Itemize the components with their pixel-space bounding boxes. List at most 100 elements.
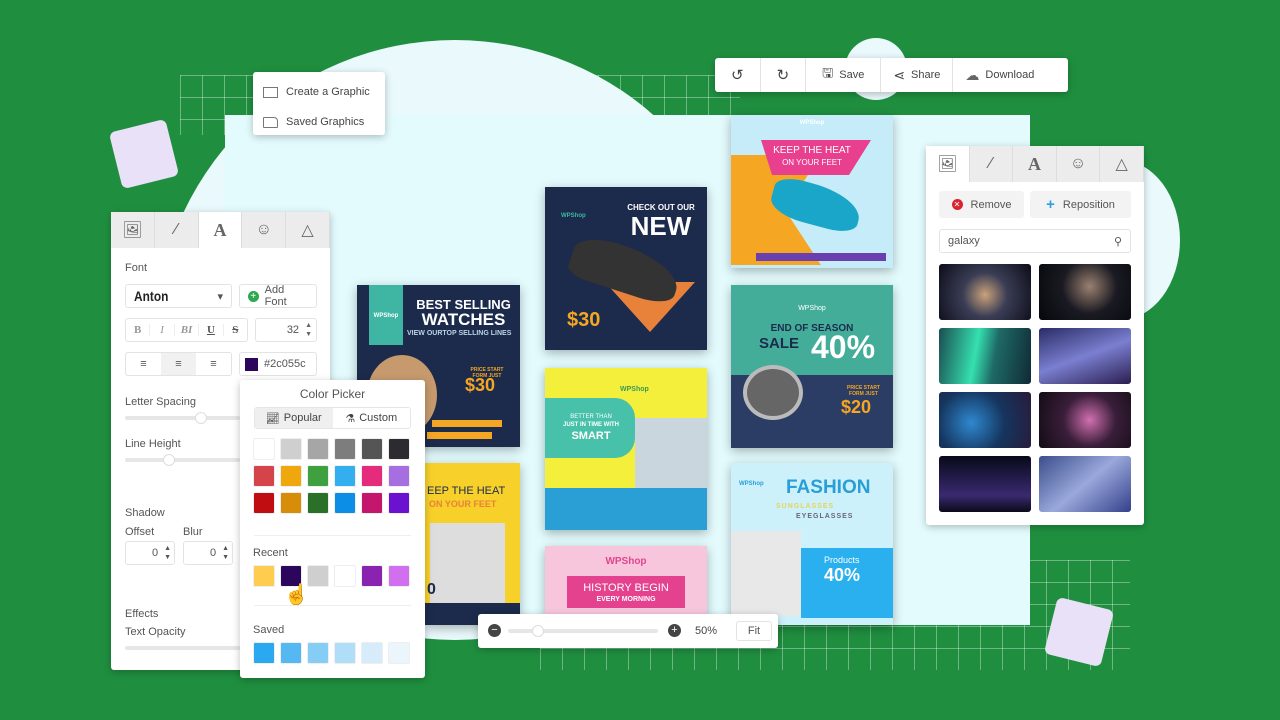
- tab-image[interactable]: 🖼: [111, 212, 155, 248]
- text-color-field[interactable]: #2c055c: [239, 352, 317, 376]
- color-swatch[interactable]: [307, 438, 329, 460]
- slider-handle[interactable]: [163, 454, 175, 466]
- graphic-card-fashion[interactable]: WPShop FASHION SUNGLASSES EYEGLASSES Pro…: [731, 463, 893, 625]
- download-button[interactable]: ☁ Download: [953, 58, 1046, 92]
- tab-emoji[interactable]: ☺: [1057, 146, 1101, 182]
- color-swatch[interactable]: [253, 492, 275, 514]
- bold-italic-button[interactable]: BI: [175, 324, 200, 336]
- image-result-thumbnail[interactable]: [1039, 392, 1131, 448]
- add-font-button[interactable]: + Add Font: [239, 284, 317, 308]
- stepper-arrows-icon[interactable]: ▲ ▼: [222, 544, 229, 562]
- zoom-out-icon[interactable]: −: [488, 624, 501, 637]
- stepper-arrows-icon[interactable]: ▲ ▼: [305, 321, 312, 339]
- tab-shapes[interactable]: △: [286, 212, 330, 248]
- color-swatch[interactable]: [388, 642, 410, 664]
- shadow-blur-stepper[interactable]: 0 ▲ ▼: [183, 541, 233, 565]
- menu-item-saved-graphics[interactable]: Saved Graphics: [263, 110, 375, 134]
- color-swatch[interactable]: [388, 465, 410, 487]
- blur-label: Blur: [183, 526, 203, 538]
- color-swatch[interactable]: [334, 565, 356, 587]
- decorative-square: [108, 118, 180, 190]
- color-swatch[interactable]: [334, 465, 356, 487]
- image-panel: 🖼 ⁄ A ☺ △ ✕ Remove + Reposition galaxy ⚲: [926, 146, 1144, 525]
- color-swatch[interactable]: [307, 492, 329, 514]
- text-opacity-slider[interactable]: [125, 646, 240, 650]
- color-swatch[interactable]: [253, 642, 275, 664]
- tab-effects[interactable]: ⁄: [970, 146, 1014, 182]
- image-result-thumbnail[interactable]: [1039, 328, 1131, 384]
- color-swatch[interactable]: [253, 565, 275, 587]
- menu-item-create-graphic[interactable]: Create a Graphic: [263, 80, 375, 104]
- color-swatch[interactable]: [388, 492, 410, 514]
- tab-popular[interactable]: 📈︎ Popular: [255, 408, 333, 428]
- tab-custom[interactable]: ⚗ Custom: [333, 408, 411, 428]
- color-swatch[interactable]: [253, 438, 275, 460]
- color-swatch[interactable]: [361, 565, 383, 587]
- shadow-offset-stepper[interactable]: 0 ▲ ▼: [125, 541, 175, 565]
- undo-button[interactable]: ↺: [715, 58, 761, 92]
- tab-emoji[interactable]: ☺: [242, 212, 287, 248]
- align-center-icon[interactable]: ≡: [161, 353, 196, 375]
- line-height-slider[interactable]: [125, 454, 240, 466]
- color-swatch[interactable]: [280, 438, 302, 460]
- color-swatch[interactable]: [280, 465, 302, 487]
- strikethrough-button[interactable]: S: [224, 324, 247, 336]
- bold-button[interactable]: B: [126, 324, 151, 336]
- image-result-thumbnail[interactable]: [939, 456, 1031, 512]
- color-swatch[interactable]: [334, 642, 356, 664]
- remove-button[interactable]: ✕ Remove: [939, 191, 1024, 218]
- search-icon[interactable]: ⚲: [1114, 235, 1122, 248]
- color-swatch[interactable]: [307, 465, 329, 487]
- menu-item-label: Create a Graphic: [286, 86, 370, 98]
- reposition-button[interactable]: + Reposition: [1030, 191, 1131, 218]
- color-swatch[interactable]: [280, 492, 302, 514]
- slider-handle[interactable]: [532, 625, 544, 637]
- color-swatch[interactable]: [388, 438, 410, 460]
- color-swatch[interactable]: [388, 565, 410, 587]
- search-value: galaxy: [948, 235, 980, 247]
- graphic-card-season-sale[interactable]: WPShop END OF SEASON SALE 40% PRICE STAR…: [731, 285, 893, 448]
- tab-text[interactable]: A: [198, 212, 243, 248]
- color-swatch[interactable]: [361, 465, 383, 487]
- italic-button[interactable]: I: [150, 324, 175, 336]
- letter-spacing-slider[interactable]: [125, 412, 240, 424]
- color-swatch[interactable]: [253, 465, 275, 487]
- zoom-in-icon[interactable]: +: [668, 624, 681, 637]
- share-button[interactable]: ⋖ Share: [881, 58, 954, 92]
- graphic-card-new-shoe[interactable]: WPShop CHECK OUT OUR NEW $30: [545, 187, 707, 350]
- zoom-slider[interactable]: [508, 625, 658, 637]
- save-button[interactable]: 🖫 Save: [806, 58, 882, 92]
- underline-button[interactable]: U: [199, 324, 224, 336]
- image-result-thumbnail[interactable]: [939, 328, 1031, 384]
- graphic-card-keep-heat[interactable]: WPShop KEEP THE HEAT ON YOUR FEET: [731, 115, 893, 268]
- tab-effects[interactable]: ⁄: [155, 212, 199, 248]
- image-search-input[interactable]: galaxy ⚲: [939, 229, 1131, 253]
- color-swatch[interactable]: [361, 642, 383, 664]
- graphic-card-heat-yellow[interactable]: EEP THE HEAT ON YOUR FEET 0: [425, 463, 520, 625]
- emoji-icon: ☺: [1069, 155, 1087, 172]
- image-result-thumbnail[interactable]: [939, 392, 1031, 448]
- tab-text[interactable]: A: [1013, 146, 1057, 182]
- tab-image[interactable]: 🖼: [926, 146, 970, 182]
- slider-handle[interactable]: [195, 412, 207, 424]
- tab-shapes[interactable]: △: [1100, 146, 1144, 182]
- redo-button[interactable]: ↻: [761, 58, 807, 92]
- color-swatch[interactable]: [307, 565, 329, 587]
- save-icon: 🖫: [822, 65, 834, 80]
- graphic-card-smart-watch[interactable]: WPShop BETTER THAN JUST IN TIME WITH SMA…: [545, 368, 707, 530]
- color-swatch[interactable]: [280, 642, 302, 664]
- image-result-thumbnail[interactable]: [939, 264, 1031, 320]
- image-result-thumbnail[interactable]: [1039, 264, 1131, 320]
- color-swatch[interactable]: [361, 438, 383, 460]
- stepper-arrows-icon[interactable]: ▲ ▼: [164, 544, 171, 562]
- image-result-thumbnail[interactable]: [1039, 456, 1131, 512]
- color-swatch[interactable]: [307, 642, 329, 664]
- font-select[interactable]: Anton ▾: [125, 284, 232, 308]
- color-swatch[interactable]: [334, 492, 356, 514]
- fit-button[interactable]: Fit: [736, 621, 772, 641]
- color-swatch[interactable]: [334, 438, 356, 460]
- align-right-icon[interactable]: ≡: [196, 358, 231, 370]
- color-swatch[interactable]: [361, 492, 383, 514]
- align-left-icon[interactable]: ≡: [126, 358, 161, 370]
- font-size-stepper[interactable]: 32 ▲ ▼: [255, 318, 317, 342]
